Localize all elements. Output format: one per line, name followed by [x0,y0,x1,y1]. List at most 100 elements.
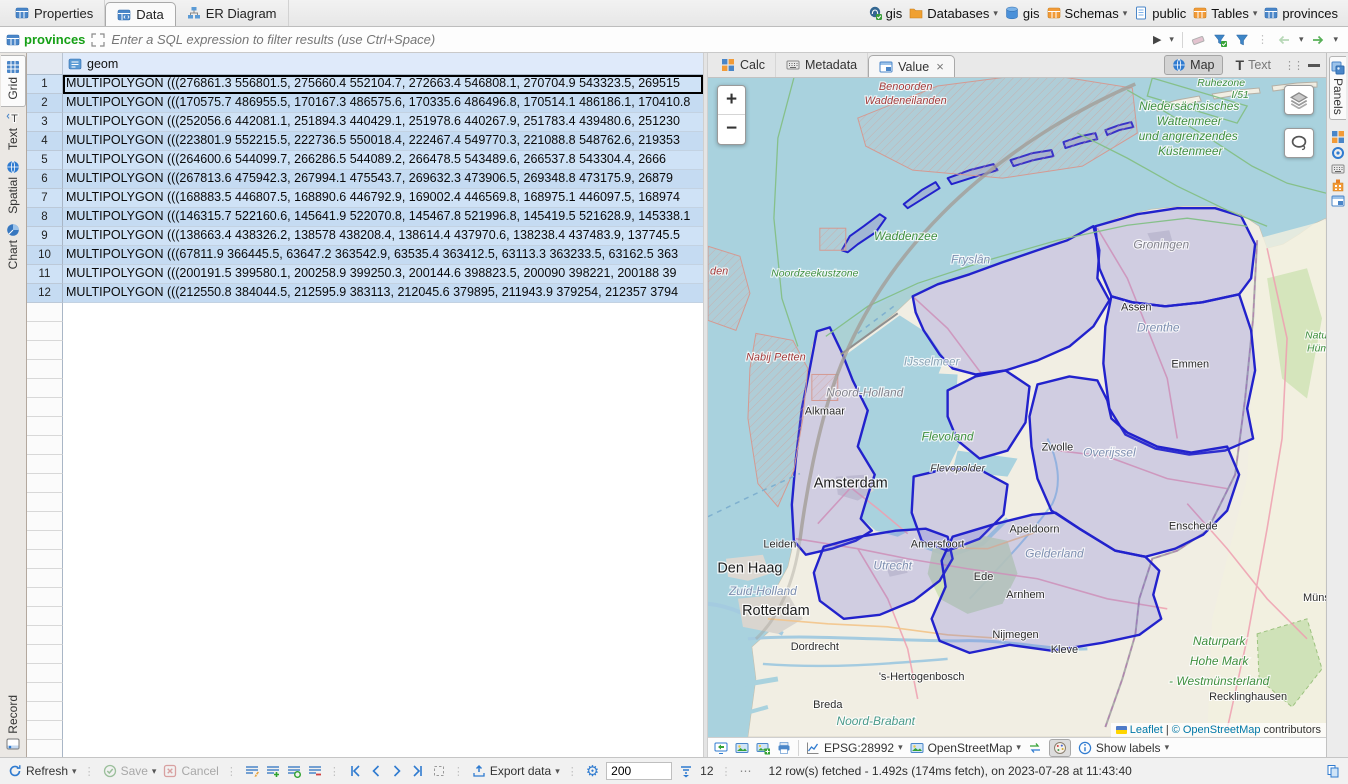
fetch-size-input[interactable] [606,762,672,780]
save-image-icon[interactable] [756,741,770,755]
nav-back-icon[interactable] [1277,33,1291,47]
geom-cell[interactable]: MULTIPOLYGON (((267813.6 475942.3, 26799… [63,170,703,189]
panel-tab-metadata[interactable]: Metadata [776,53,868,77]
geom-cell[interactable]: MULTIPOLYGON (((146315.7 522160.6, 14564… [63,208,703,227]
table-row[interactable]: 5MULTIPOLYGON (((264600.6 544099.7, 2662… [27,151,703,170]
panel-shortcut-metadata-kbd-icon[interactable] [1331,162,1345,176]
geom-cell[interactable]: MULTIPOLYGON (((223801.9 552215.5, 22273… [63,132,703,151]
table-row[interactable]: 3MULTIPOLYGON (((252056.6 442081.1, 2518… [27,113,703,132]
previous-row-icon[interactable] [369,764,383,778]
sql-filter-input[interactable] [111,32,1147,47]
expand-filter-icon[interactable] [91,33,105,47]
close-icon[interactable]: × [936,59,944,74]
last-row-icon[interactable] [411,764,425,778]
breadcrumb-item-provinces[interactable]: provinces [1264,6,1338,21]
nav-back-caret[interactable]: ▾ [1299,34,1304,45]
leaflet-link[interactable]: Leaflet [1130,724,1163,736]
swap-coordinates-icon[interactable] [1028,741,1042,755]
geom-cell[interactable]: MULTIPOLYGON (((67811.9 366445.5, 63647.… [63,246,703,265]
breadcrumb-item-gis[interactable]: gis [1005,6,1040,21]
geom-cell[interactable]: MULTIPOLYGON (((138663.4 438326.2, 13857… [63,227,703,246]
geom-cell[interactable]: MULTIPOLYGON (((276861.3 556801.5, 27566… [63,75,703,94]
erase-filter-icon[interactable] [1191,33,1205,47]
tiles-selector[interactable]: OpenStreetMap ▾ [910,741,1021,755]
add-row-icon[interactable] [266,764,280,778]
lasso-select-button[interactable] [1284,128,1314,158]
nav-forward-icon[interactable] [1311,33,1325,47]
row-number[interactable]: 11 [27,265,63,284]
tab-properties[interactable]: Properties [4,0,105,26]
delete-row-icon[interactable] [308,764,322,778]
row-number[interactable]: 3 [27,113,63,132]
panel-shortcut-calc-grid-icon[interactable] [1331,130,1345,144]
fetch-all-icon[interactable] [432,764,446,778]
geom-cell[interactable]: MULTIPOLYGON (((170575.7 486955.5, 17016… [63,94,703,113]
dropdown-caret-icon[interactable]: ▾ [1123,8,1128,19]
nav-forward-caret[interactable]: ▾ [1333,34,1338,45]
row-number[interactable]: 9 [27,227,63,246]
column-header-geom[interactable]: geom [63,53,703,74]
table-row[interactable]: 1MULTIPOLYGON (((276861.3 556801.5, 2756… [27,75,703,94]
row-number[interactable]: 5 [27,151,63,170]
filters-menu-icon[interactable] [1235,33,1249,47]
tab-record[interactable]: Record [1,691,26,757]
next-row-icon[interactable] [390,764,404,778]
table-row[interactable]: 9MULTIPOLYGON (((138663.4 438326.2, 1385… [27,227,703,246]
table-row[interactable]: 10MULTIPOLYGON (((67811.9 366445.5, 6364… [27,246,703,265]
table-row[interactable]: 6MULTIPOLYGON (((267813.6 475942.3, 2679… [27,170,703,189]
panel-shortcut-value-panel-icon[interactable] [1331,194,1345,208]
filter-table-badge[interactable]: provinces [6,32,85,47]
print-icon[interactable] [777,741,791,755]
tab-spatial[interactable]: Spatial [1,156,26,220]
row-number[interactable]: 7 [27,189,63,208]
breadcrumb-item-public[interactable]: public [1134,6,1186,21]
panel-tab-value[interactable]: Value× [868,55,955,77]
row-number[interactable]: 2 [27,94,63,113]
tab-data[interactable]: Data [105,2,175,26]
crs-selector[interactable]: EPSG:28992 ▾ [806,741,903,755]
result-grid[interactable]: geom 1MULTIPOLYGON (((276861.3 556801.5,… [27,53,703,757]
map-canvas[interactable]: BenoordenWaddeneilandenRuhezoneI/51Niede… [708,78,1326,737]
breadcrumb-item-schemas[interactable]: Schemas▾ [1047,6,1128,21]
geom-cell[interactable]: MULTIPOLYGON (((212550.8 384044.5, 21259… [63,284,703,303]
breadcrumb-item-tables[interactable]: Tables▾ [1193,6,1257,21]
settings-gear-icon[interactable]: ⚙ [586,762,599,780]
tab-er-diagram[interactable]: ER Diagram [176,0,289,26]
osm-link[interactable]: © OpenStreetMap [1172,724,1261,736]
geom-cell[interactable]: MULTIPOLYGON (((252056.6 442081.1, 25189… [63,113,703,132]
zoom-in-button[interactable]: + [718,86,745,115]
tab-chart[interactable]: Chart [1,219,26,275]
copy-image-icon[interactable] [735,741,749,755]
geom-cell[interactable]: MULTIPOLYGON (((264600.6 544099.7, 26628… [63,151,703,170]
show-labels-toggle[interactable]: Show labels ▾ [1078,741,1169,755]
row-number[interactable]: 4 [27,132,63,151]
text-view-toggle[interactable]: T Text [1229,55,1279,75]
minimize-panel-icon[interactable] [1308,64,1320,67]
layers-button[interactable] [1284,85,1314,115]
fetch-segment-icon[interactable] [679,764,693,778]
refresh-button[interactable]: Refresh▾ [8,764,77,778]
copy-status-icon[interactable] [1326,764,1340,778]
leaflet-map[interactable]: BenoordenWaddeneilandenRuhezoneI/51Niede… [708,78,1326,737]
panel-grip[interactable]: ⋮⋮ [1284,59,1302,72]
breadcrumb-item-gis[interactable]: gis [868,6,903,21]
row-number[interactable]: 8 [27,208,63,227]
style-button[interactable] [1049,739,1071,757]
row-number[interactable]: 1 [27,75,63,94]
panel-shortcut-circle-agg-icon[interactable] [1331,146,1345,160]
save-filter-icon[interactable] [1213,33,1227,47]
geom-cell[interactable]: MULTIPOLYGON (((200191.5 399580.1, 20025… [63,265,703,284]
table-row[interactable]: 4MULTIPOLYGON (((223801.9 552215.5, 2227… [27,132,703,151]
grid-corner[interactable] [27,53,63,74]
overflow-menu-icon[interactable]: ⋯ [740,764,752,778]
tab-panels[interactable]: Panels [1329,56,1346,120]
tab-text[interactable]: TText [1,107,26,156]
row-number[interactable]: 6 [27,170,63,189]
apply-filter-button[interactable]: ▶ [1153,33,1161,46]
filter-history-caret[interactable]: ▾ [1169,34,1174,45]
row-number[interactable]: 10 [27,246,63,265]
duplicate-row-icon[interactable] [287,764,301,778]
flip-picture-icon[interactable] [714,741,728,755]
export-data-button[interactable]: Export data▾ [472,764,560,778]
cancel-button[interactable]: Cancel [163,764,218,778]
